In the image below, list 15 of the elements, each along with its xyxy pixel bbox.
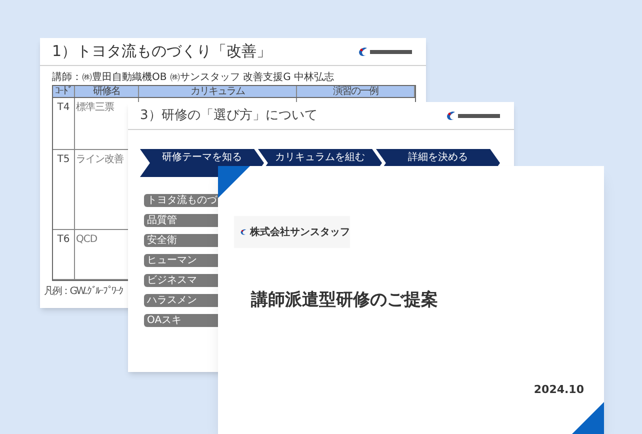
logo-icon [446,110,502,120]
logo-icon [358,46,414,56]
date-text: 2024.10 [534,382,584,398]
table-cell: T5 [53,150,75,229]
column-header: 研修名 [75,86,139,97]
column-header: カリキュラム [139,86,297,97]
slide-title: 3）研修の「選び方」について [140,106,318,125]
slide-title: 1）トヨタ流ものづくり「改善」 [52,41,272,62]
column-header: ｺｰﾄﾞ [53,86,75,97]
legend-text: 凡例：GW..ｸﾞﾙｰﾌﾟﾜｰｸ [44,284,122,299]
table-cell: T4 [53,98,75,149]
column-header: 演習の一例 [297,86,415,97]
instructor-text: 講師：㈱豊田自動織機OB ㈱サンスタッフ 改善支援G 中林弘志 [52,70,336,85]
cover-title: 講師派遣型研修のご提案 [251,289,439,312]
table-cell: T6 [53,230,75,279]
